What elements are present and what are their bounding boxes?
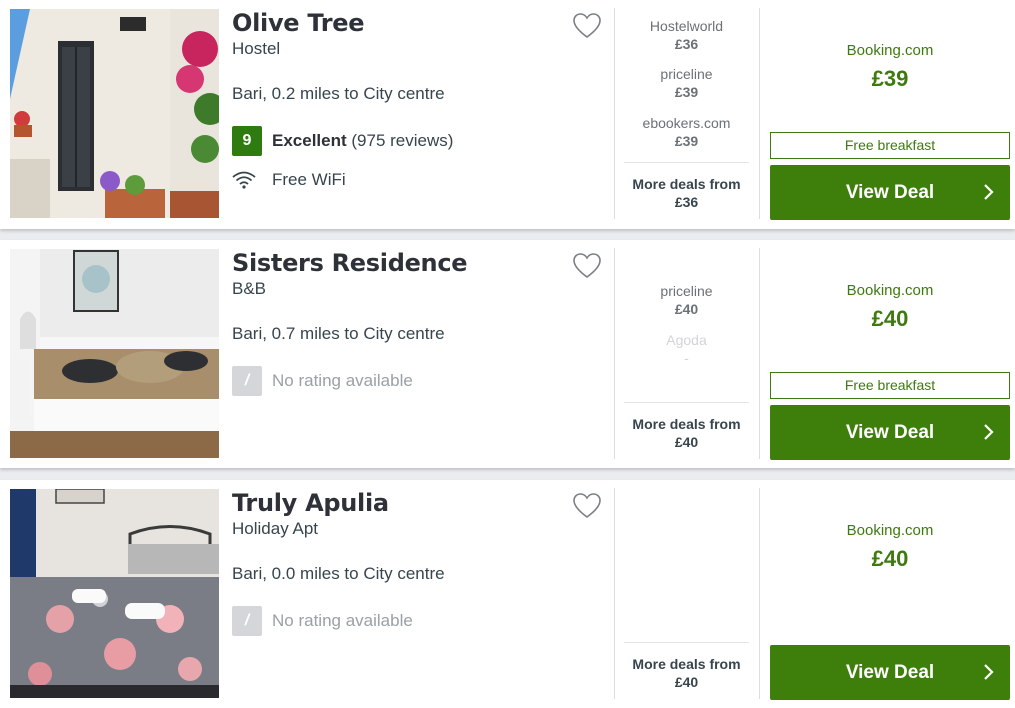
view-deal-button[interactable]: View Deal [770, 645, 1010, 700]
rating-label: No rating available [272, 371, 413, 390]
rating[interactable]: 9 Excellent (975 reviews) [232, 126, 453, 156]
listing-name[interactable]: Sisters Residence [232, 248, 612, 278]
listing-card-sisters-residence: Sisters Residence B&B Bari, 0.7 miles to… [0, 240, 1015, 468]
other-deals: priceline £40 Agoda - More deals from £4… [624, 248, 749, 458]
rating-score-badge: 9 [232, 126, 262, 156]
best-deal-provider: Booking.com [846, 42, 934, 59]
more-deals-link[interactable]: More deals from £40 [624, 642, 749, 691]
photo-olive-tree [10, 9, 219, 218]
favourite-heart-icon[interactable] [572, 12, 602, 40]
listing-info: Truly Apulia Holiday Apt Bari, 0.0 miles… [232, 488, 612, 698]
rating-text: Excellent (975 reviews) [272, 131, 453, 151]
deal-provider: Hostelworld [649, 18, 724, 34]
best-deal-provider: Booking.com [846, 522, 934, 539]
results-list: Olive Tree Hostel Bari, 0.2 miles to Cit… [0, 0, 1015, 708]
listing-photo[interactable] [10, 249, 219, 458]
perk-badge: Free breakfast [770, 132, 1010, 159]
deal-provider: ebookers.com [642, 115, 731, 131]
listing-type: Holiday Apt [232, 519, 318, 538]
deal-hostelworld[interactable]: Hostelworld £36 [624, 17, 749, 53]
listing-name[interactable]: Truly Apulia [232, 488, 612, 518]
more-deals-price: £40 [674, 434, 699, 450]
more-deals-label: More deals from [632, 176, 741, 192]
perk-badge: Free breakfast [770, 372, 1010, 399]
best-deal-price[interactable]: £39 [770, 66, 1010, 92]
deal-provider: Agoda [666, 332, 707, 348]
listing-name[interactable]: Olive Tree [232, 8, 612, 38]
amenity: Free WiFi [232, 170, 346, 190]
view-deal-label: View Deal [845, 421, 935, 443]
best-deal-provider: Booking.com [846, 282, 934, 299]
more-deals-price: £36 [674, 194, 699, 210]
other-deals: More deals from £40 [624, 488, 749, 698]
more-deals-link[interactable]: More deals from £40 [624, 402, 749, 451]
rating-label: Excellent [272, 131, 347, 150]
view-deal-label: View Deal [845, 661, 935, 683]
deal-provider: priceline [660, 283, 713, 299]
favourite-heart-icon[interactable] [572, 492, 602, 520]
best-deal: Booking.com £39 Free breakfast View Deal [770, 8, 1010, 220]
listing-card-olive-tree: Olive Tree Hostel Bari, 0.2 miles to Cit… [0, 0, 1015, 229]
listing-info: Olive Tree Hostel Bari, 0.2 miles to Cit… [232, 8, 612, 218]
rating-score-badge: / [232, 366, 262, 396]
best-deal: Booking.com £40 Free breakfast View Deal [770, 248, 1010, 460]
rating: / No rating available [232, 366, 413, 396]
deal-priceline[interactable]: priceline £39 [624, 65, 749, 101]
view-deal-button[interactable]: View Deal [770, 405, 1010, 460]
best-deal: Booking.com £40 View Deal [770, 488, 1010, 700]
deal-price: £36 [674, 36, 699, 52]
best-deal-price[interactable]: £40 [770, 546, 1010, 572]
more-deals-price: £40 [674, 674, 699, 690]
photo-truly-apulia [10, 489, 219, 698]
listing-card-truly-apulia: Truly Apulia Holiday Apt Bari, 0.0 miles… [0, 480, 1015, 708]
best-deal-price[interactable]: £40 [770, 306, 1010, 332]
chevron-right-icon [982, 663, 994, 681]
deal-price: £39 [674, 133, 699, 149]
listing-type: Hostel [232, 39, 281, 58]
rating-label: No rating available [272, 611, 413, 630]
deal-price: £39 [674, 84, 699, 100]
divider [614, 488, 615, 699]
deal-price: £40 [674, 301, 699, 317]
more-deals-link[interactable]: More deals from £36 [624, 162, 749, 211]
more-deals-label: More deals from [632, 416, 741, 432]
wifi-icon [232, 171, 260, 189]
divider [614, 8, 615, 219]
listing-location: Bari, 0.0 miles to City centre [232, 564, 445, 583]
rating: / No rating available [232, 606, 413, 636]
chevron-right-icon [982, 183, 994, 201]
divider [759, 248, 760, 459]
divider [759, 488, 760, 699]
divider [614, 248, 615, 459]
view-deal-button[interactable]: View Deal [770, 165, 1010, 220]
deal-agoda: Agoda - [624, 331, 749, 367]
deal-provider: priceline [660, 66, 713, 82]
photo-sisters-residence [10, 249, 219, 458]
chevron-right-icon [982, 423, 994, 441]
rating-score-badge: / [232, 606, 262, 636]
listing-location: Bari, 0.2 miles to City centre [232, 84, 445, 103]
deal-ebookers[interactable]: ebookers.com £39 [624, 114, 749, 150]
favourite-heart-icon[interactable] [572, 252, 602, 280]
listing-photo[interactable] [10, 9, 219, 218]
more-deals-label: More deals from [632, 656, 741, 672]
amenity-label: Free WiFi [272, 170, 346, 189]
rating-reviews: (975 reviews) [351, 131, 454, 150]
listing-photo[interactable] [10, 489, 219, 698]
view-deal-label: View Deal [845, 181, 935, 203]
listing-info: Sisters Residence B&B Bari, 0.7 miles to… [232, 248, 612, 458]
deal-priceline[interactable]: priceline £40 [624, 282, 749, 318]
deal-price: - [684, 350, 689, 366]
listing-location: Bari, 0.7 miles to City centre [232, 324, 445, 343]
listing-type: B&B [232, 279, 267, 298]
divider [759, 8, 760, 219]
other-deals: Hostelworld £36 priceline £39 ebookers.c… [624, 8, 749, 218]
